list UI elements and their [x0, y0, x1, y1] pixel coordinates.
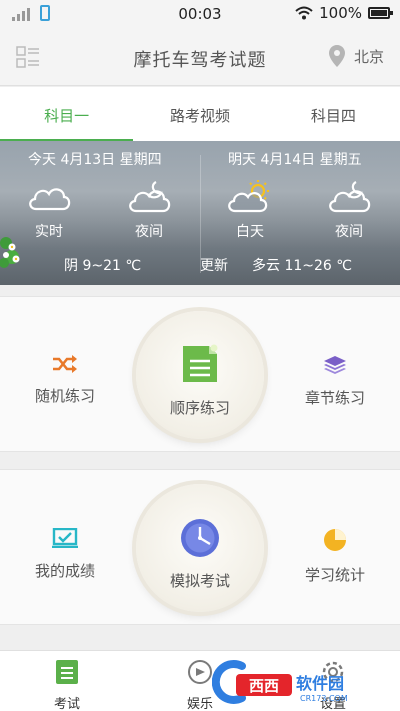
partly-sunny-icon	[228, 180, 269, 213]
exam-panel: 我的成绩 模拟考试 学习统计	[0, 469, 400, 625]
location-label: 北京	[353, 47, 384, 66]
battery-icon	[368, 7, 393, 19]
cloudy-night-icon	[129, 181, 171, 213]
location-pin-icon	[328, 45, 345, 67]
mock-exam-label: 模拟考试	[169, 572, 230, 590]
tab-subject-one[interactable]: 科目一	[0, 87, 134, 141]
entertainment-icon	[188, 660, 212, 684]
my-scores-button[interactable]: 我的成绩	[0, 527, 130, 581]
tomorrow-date: 明天 4月14日 星期五	[228, 152, 362, 168]
study-stats-label: 学习统计	[304, 566, 365, 584]
shuffle-icon	[53, 355, 77, 373]
sequential-practice-button[interactable]: 顺序练习	[136, 311, 264, 439]
cloudy-night-icon	[329, 181, 371, 213]
weather-banner: 今天 4月13日 星期四 明天 4月14日 星期五 实时 夜间 白天 夜间 阴 …	[0, 141, 400, 285]
chapter-practice-button[interactable]: 章节练习	[270, 355, 400, 408]
tab-subject-four[interactable]: 科目四	[267, 87, 400, 141]
score-monitor-icon	[52, 527, 78, 549]
layers-icon	[324, 356, 346, 374]
exam-sheet-icon	[56, 660, 78, 684]
subject-tabs: 科目一 路考视频 科目四	[0, 87, 400, 141]
nav-exam[interactable]: 考试	[27, 659, 107, 711]
mock-exam-button[interactable]: 模拟考试	[136, 484, 264, 612]
pie-chart-icon	[324, 529, 346, 551]
tab-road-video[interactable]: 路考视频	[133, 87, 266, 141]
today-night-label: 夜间	[135, 224, 163, 240]
wifi-icon	[295, 6, 313, 20]
nav-entertainment[interactable]: 娱乐	[160, 659, 240, 711]
my-scores-label: 我的成绩	[34, 562, 95, 580]
cloud-icon	[29, 188, 71, 211]
app-header: 摩托车驾考试题 北京	[0, 28, 400, 86]
location-selector[interactable]: 北京	[328, 44, 384, 68]
nav-entertainment-label: 娱乐	[186, 697, 213, 711]
flower-decoration-icon	[0, 237, 20, 268]
random-practice-label: 随机练习	[34, 387, 95, 405]
chapter-practice-label: 章节练习	[304, 389, 365, 407]
tomorrow-night-label: 夜间	[335, 224, 363, 240]
study-stats-button[interactable]: 学习统计	[270, 528, 400, 585]
tomorrow-summary: 多云 11~26 ℃	[252, 258, 352, 274]
nav-exam-label: 考试	[53, 697, 80, 711]
document-list-icon	[183, 344, 218, 382]
tomorrow-day-label: 白天	[236, 224, 264, 240]
bottom-nav: 考试 娱乐 设置	[0, 650, 400, 711]
nav-settings-label: 设置	[319, 697, 346, 711]
today-date: 今天 4月13日 星期四	[28, 152, 162, 168]
update-button[interactable]: 更新	[200, 255, 228, 275]
random-practice-button[interactable]: 随机练习	[0, 355, 130, 406]
clock-icon	[181, 519, 219, 557]
practice-panel: 随机练习 顺序练习 章节练习	[0, 296, 400, 452]
sequential-practice-label: 顺序练习	[169, 399, 230, 417]
today-summary: 阴 9~21 ℃	[64, 258, 142, 274]
status-bar: 00:03 100%	[0, 0, 400, 28]
nav-settings[interactable]: 设置	[293, 659, 373, 711]
today-now-label: 实时	[35, 224, 63, 240]
gear-icon	[322, 661, 344, 683]
battery-percent: 100%	[319, 4, 362, 22]
